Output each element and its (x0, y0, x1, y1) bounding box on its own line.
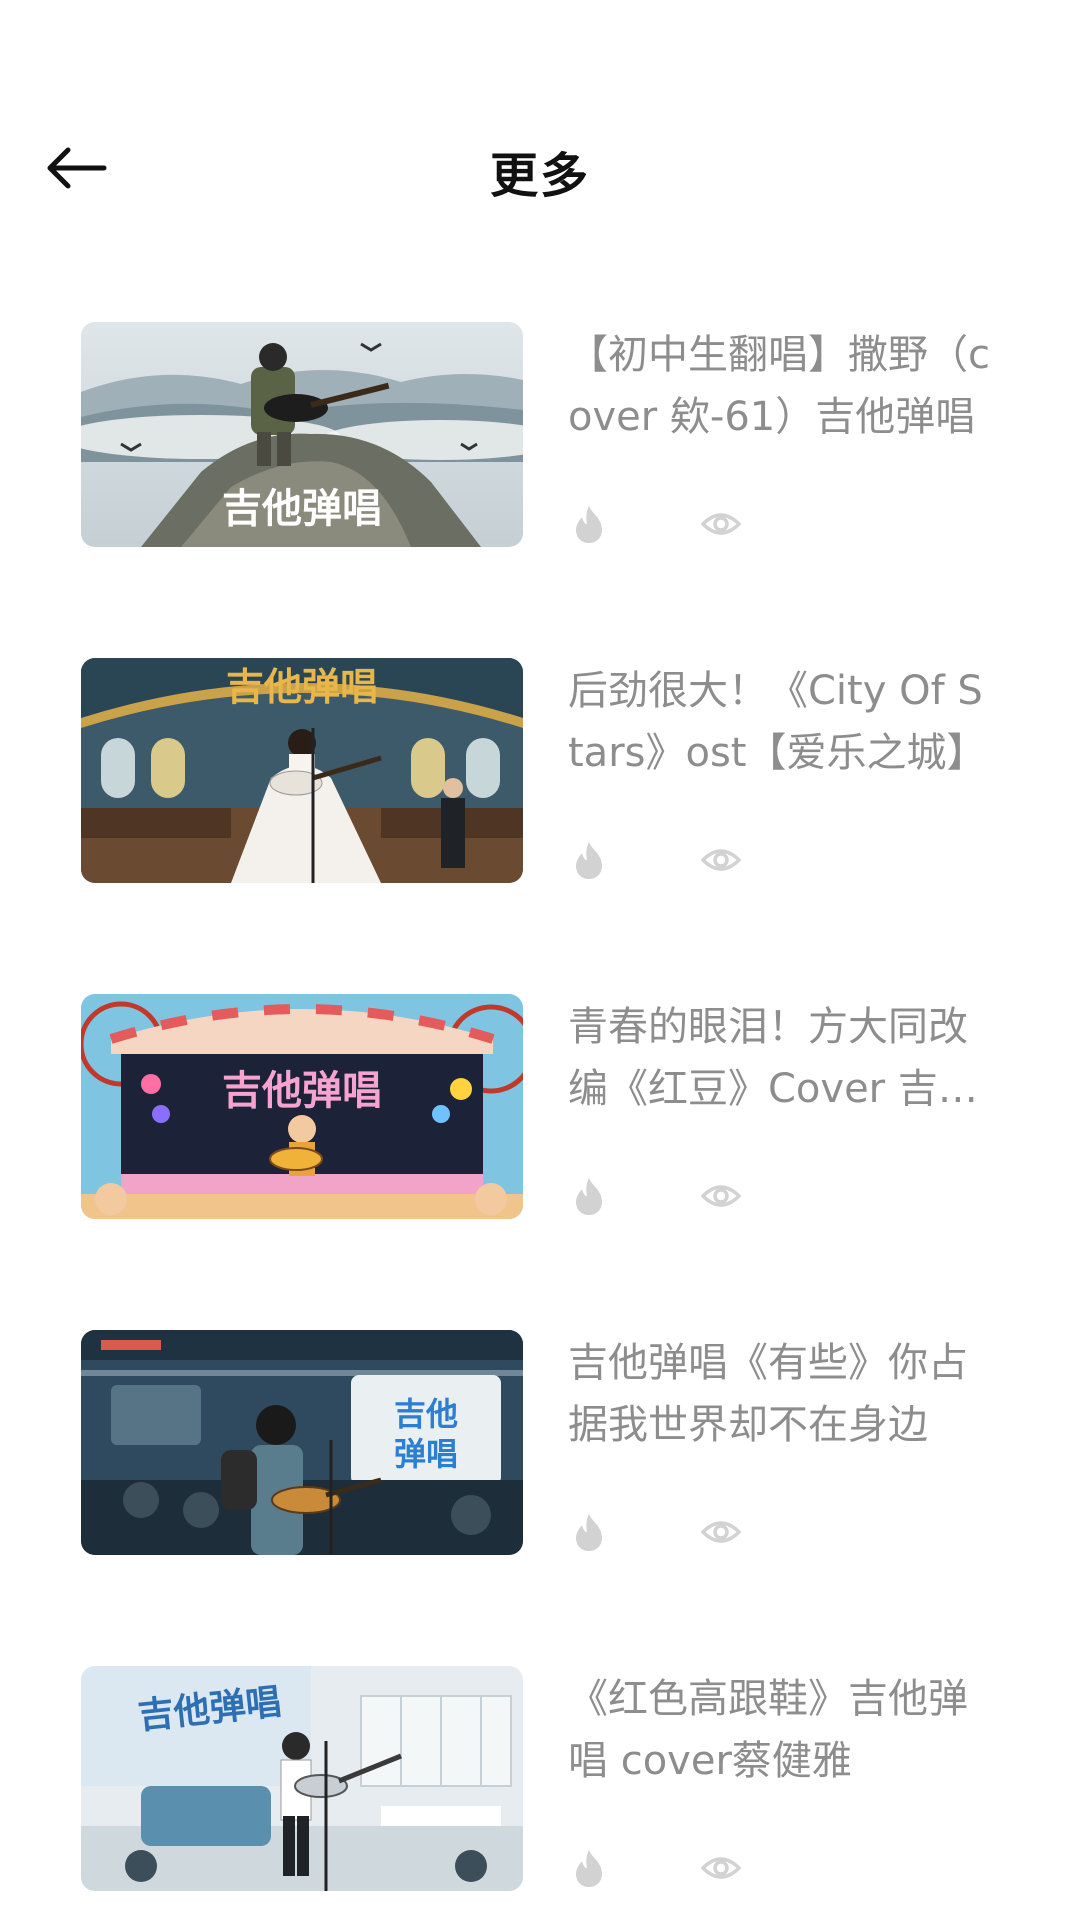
video-list: 吉他弹唱 【初中生翻唱】撒野（cover 欸-61）吉他弹唱 吉他弹唱 后劲很大… (0, 322, 1080, 1920)
list-item[interactable]: 吉他弹唱 《红色高跟鞋》吉他弹唱 cover蔡健雅 (0, 1666, 1080, 1920)
eye-icon (700, 1175, 742, 1217)
more-page: 更多 吉他弹唱 【初中生翻唱】撒野（cover 欸-61）吉他弹唱 吉他弹唱 后… (0, 0, 1080, 1920)
view-stat (700, 839, 778, 881)
view-stat (700, 1175, 778, 1217)
hot-stat (568, 1847, 646, 1889)
hot-stat (568, 503, 646, 545)
video-title: 吉他弹唱《有些》你占据我世界却不在身边 (568, 1340, 968, 1448)
flame-icon (568, 1175, 610, 1217)
video-title: 【初中生翻唱】撒野（cover 欸-61）吉他弹唱 (568, 332, 990, 440)
video-title: 《红色高跟鞋》吉他弹唱 cover蔡健雅 (568, 1676, 968, 1784)
video-thumbnail[interactable]: 吉他弹唱 (81, 322, 523, 547)
svg-text:弹唱: 弹唱 (394, 1435, 458, 1473)
list-item[interactable]: 吉他弹唱 青春的眼泪！方大同改编《红豆》Cover 吉他弹唱 (0, 994, 1080, 1330)
hot-stat (568, 1175, 646, 1217)
svg-text:吉他弹唱: 吉他弹唱 (226, 665, 378, 709)
top-bar: 更多 (0, 110, 1080, 220)
svg-text:吉他弹唱: 吉他弹唱 (222, 486, 382, 532)
eye-icon (700, 1847, 742, 1889)
flame-icon (568, 1511, 610, 1553)
video-thumbnail[interactable]: 吉他弹唱 (81, 1666, 523, 1891)
video-stats (568, 1510, 832, 1554)
eye-icon (700, 839, 742, 881)
hot-stat (568, 1511, 646, 1553)
eye-icon (700, 503, 742, 545)
video-thumbnail[interactable]: 吉他 弹唱 (81, 1330, 523, 1555)
video-thumbnail[interactable]: 吉他弹唱 (81, 658, 523, 883)
video-stats (568, 1174, 832, 1218)
video-stats (568, 838, 832, 882)
eye-icon (700, 1511, 742, 1553)
list-item[interactable]: 吉他 弹唱 吉他弹唱《有些》你占据我世界却不在身边 (0, 1330, 1080, 1666)
hot-stat (568, 839, 646, 881)
video-title: 后劲很大！《City Of Stars》ost【爱乐之城】 (568, 668, 987, 776)
view-stat (700, 503, 778, 545)
svg-text:吉他: 吉他 (394, 1395, 458, 1433)
list-item[interactable]: 吉他弹唱 【初中生翻唱】撒野（cover 欸-61）吉他弹唱 (0, 322, 1080, 658)
svg-text:吉他弹唱: 吉他弹唱 (222, 1068, 382, 1114)
video-title: 青春的眼泪！方大同改编《红豆》Cover 吉他弹唱 (568, 1004, 978, 1112)
video-stats (568, 502, 832, 546)
video-thumbnail[interactable]: 吉他弹唱 (81, 994, 523, 1219)
flame-icon (568, 503, 610, 545)
view-stat (700, 1847, 778, 1889)
video-stats (568, 1846, 832, 1890)
list-item[interactable]: 吉他弹唱 后劲很大！《City Of Stars》ost【爱乐之城】 (0, 658, 1080, 994)
flame-icon (568, 839, 610, 881)
flame-icon (568, 1847, 610, 1889)
view-stat (700, 1511, 778, 1553)
page-title: 更多 (489, 148, 590, 204)
